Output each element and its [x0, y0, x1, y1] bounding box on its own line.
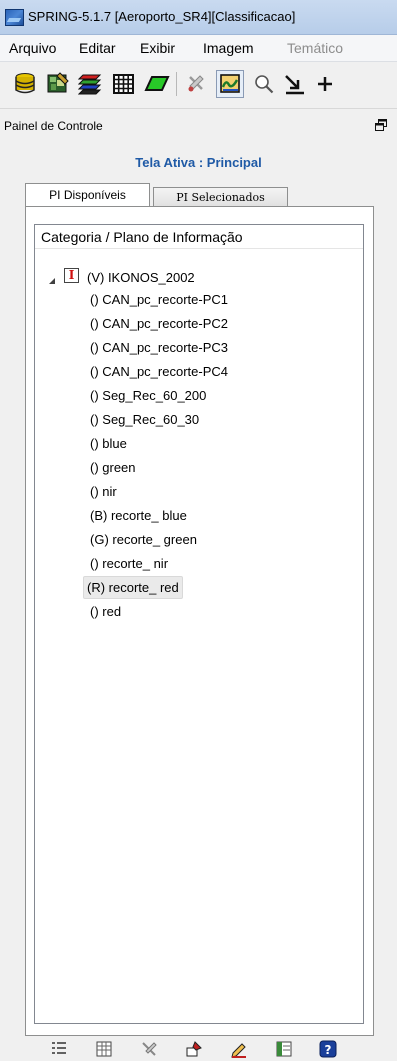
tree-item[interactable]: (G) recorte_ green	[87, 529, 200, 550]
tab-pi-selecionados[interactable]: PI Selecionados	[153, 187, 288, 207]
tab-label: PI Selecionados	[176, 191, 265, 204]
tab-label: PI Disponíveis	[49, 188, 126, 202]
svg-text:?: ?	[325, 1043, 332, 1057]
active-screen-title: Tela Ativa : Principal	[135, 155, 262, 170]
panel-title: Painel de Controle	[4, 119, 103, 133]
window-title: SPRING-5.1.7 [Aeroporto_SR4][Classificac…	[28, 9, 296, 24]
tree-item[interactable]: () Seg_Rec_60_200	[87, 385, 209, 406]
tree-item[interactable]: () CAN_pc_recorte-PC2	[87, 313, 231, 334]
list-icon[interactable]	[50, 1040, 68, 1058]
tree-item[interactable]: () CAN_pc_recorte-PC3	[87, 337, 231, 358]
tree-item[interactable]: () recorte_ nir	[87, 553, 171, 574]
database-icon[interactable]	[12, 71, 38, 97]
tree-header: Categoria / Plano de Informação	[35, 225, 363, 249]
tree-item[interactable]: () red	[87, 601, 124, 622]
menu-tematico[interactable]: Temático	[287, 40, 343, 56]
tree-item[interactable]: () CAN_pc_recorte-PC1	[87, 289, 231, 310]
edit-icon[interactable]	[230, 1040, 248, 1058]
tab-pi-disponiveis[interactable]: PI Disponíveis	[25, 183, 150, 207]
layers-icon[interactable]	[78, 71, 104, 97]
tree-item[interactable]: () CAN_pc_recorte-PC4	[87, 361, 231, 382]
polygon-icon[interactable]	[144, 71, 170, 97]
control-panel-header: Painel de Controle	[0, 114, 397, 138]
tree-item[interactable]: (B) recorte_ blue	[87, 505, 190, 526]
spring-app-icon	[5, 9, 24, 26]
menu-arquivo[interactable]: Arquivo	[9, 40, 56, 56]
paint-icon[interactable]	[185, 1040, 203, 1058]
grid-icon[interactable]	[111, 71, 137, 97]
tree-item-selected[interactable]: (R) recorte_ red	[83, 576, 183, 599]
menu-imagem[interactable]: Imagem	[203, 40, 254, 56]
bottom-toolbar: ?	[0, 1040, 397, 1059]
toolbar-separator	[176, 72, 177, 96]
tree-item[interactable]: () nir	[87, 481, 120, 502]
tree-item[interactable]: () Seg_Rec_60_30	[87, 409, 202, 430]
collapse-triangle-icon[interactable]	[49, 278, 55, 284]
zoom-icon[interactable]	[251, 71, 277, 97]
title-bar: SPRING-5.1.7 [Aeroporto_SR4][Classificac…	[0, 0, 397, 35]
menu-bar: Arquivo Editar Exibir Imagem Temático	[0, 35, 397, 62]
cursor-cross-icon[interactable]	[312, 71, 338, 97]
information-plan-tree[interactable]: Categoria / Plano de Informação I (V) IK…	[34, 224, 364, 1024]
tree-item[interactable]: () blue	[87, 433, 130, 454]
zoom-area-icon[interactable]	[282, 71, 308, 97]
help-icon[interactable]: ?	[319, 1040, 337, 1058]
restore-window-icon[interactable]	[375, 119, 387, 131]
activate-display-icon[interactable]	[216, 70, 244, 98]
menu-exibir[interactable]: Exibir	[140, 40, 175, 56]
main-toolbar	[0, 62, 397, 109]
menu-editar[interactable]: Editar	[79, 40, 116, 56]
image-category-icon: I	[64, 268, 79, 283]
tools-icon[interactable]	[183, 71, 209, 97]
tools-icon[interactable]	[140, 1040, 158, 1058]
image-composite-icon[interactable]	[45, 71, 71, 97]
category-ikonos[interactable]: (V) IKONOS_2002	[87, 270, 195, 285]
panel-icon[interactable]	[275, 1040, 293, 1058]
tab-page-pi-disponiveis: Categoria / Plano de Informação I (V) IK…	[25, 206, 374, 1036]
table-icon[interactable]	[95, 1040, 113, 1058]
tree-item[interactable]: () green	[87, 457, 139, 478]
